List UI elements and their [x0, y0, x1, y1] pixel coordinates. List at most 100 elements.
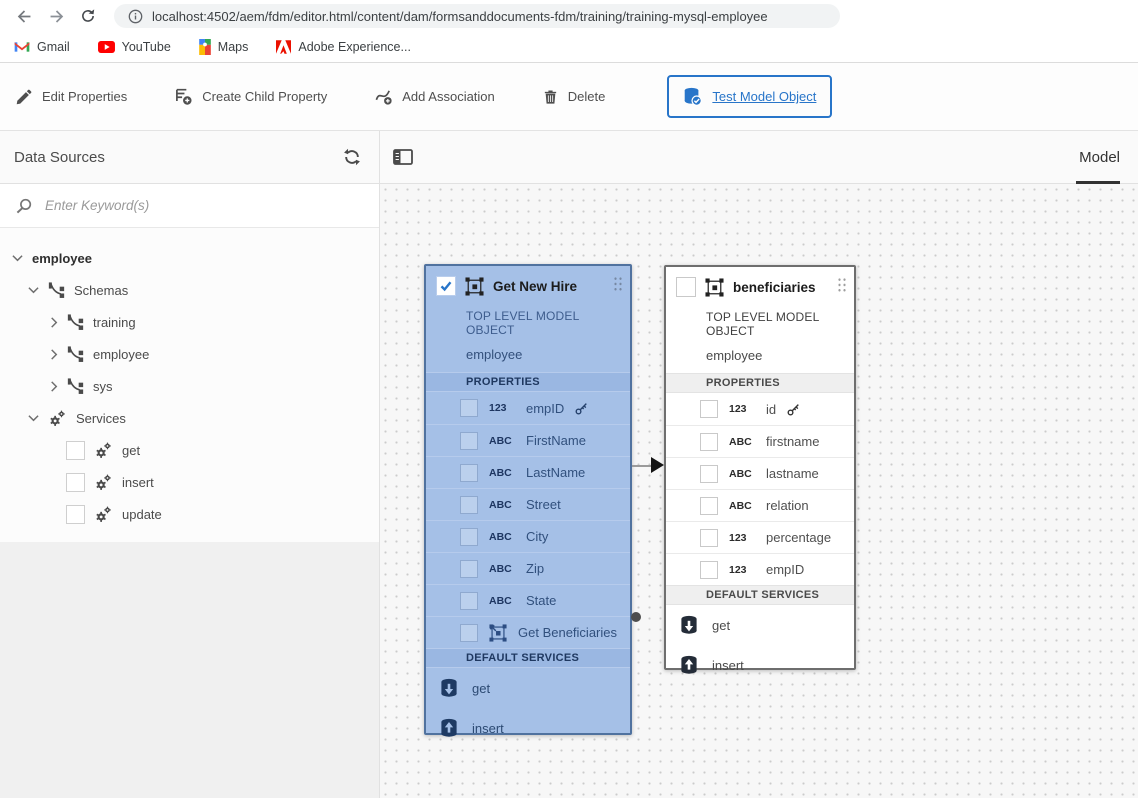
property-row[interactable]: ABC FirstName	[426, 424, 630, 456]
property-checkbox[interactable]	[460, 527, 478, 546]
bookmark-maps[interactable]: Maps	[199, 39, 248, 55]
property-row[interactable]: 123 percentage	[666, 521, 854, 553]
tree-item-employee-schema[interactable]: employee	[0, 338, 379, 370]
property-checkbox[interactable]	[460, 399, 478, 417]
add-association-button[interactable]: Add Association	[375, 88, 495, 105]
property-row[interactable]: ABC City	[426, 520, 630, 552]
refresh-icon[interactable]	[343, 148, 361, 166]
property-checkbox[interactable]	[700, 560, 718, 579]
tree-item-label: insert	[122, 474, 154, 490]
db-get-icon	[439, 678, 459, 698]
schema-icon	[48, 282, 65, 299]
address-bar[interactable]: localhost:4502/aem/fdm/editor.html/conte…	[114, 4, 840, 28]
back-button[interactable]	[8, 2, 40, 30]
service-row: insert	[666, 645, 854, 685]
property-checkbox[interactable]	[460, 591, 478, 610]
card-checkbox[interactable]	[436, 276, 456, 296]
bookmark-adobe-experience[interactable]: Adobe Experience...	[276, 40, 411, 54]
property-row[interactable]: ABC LastName	[426, 456, 630, 488]
card-checkbox[interactable]	[676, 277, 696, 297]
property-row[interactable]: 123 id	[666, 393, 854, 425]
property-checkbox[interactable]	[700, 496, 718, 515]
chevron-down-icon[interactable]	[28, 414, 39, 422]
chevron-right-icon[interactable]	[50, 317, 58, 328]
tree-item-service-get[interactable]: get	[0, 434, 379, 466]
delete-button[interactable]: Delete	[543, 89, 605, 105]
gears-icon	[48, 409, 67, 428]
service-checkbox[interactable]	[66, 472, 85, 492]
property-name: relation	[766, 498, 809, 513]
tree-item-service-update[interactable]: update	[0, 498, 379, 530]
property-type: ABC	[489, 466, 512, 479]
property-checkbox[interactable]	[460, 495, 478, 514]
property-name: percentage	[766, 530, 832, 545]
edit-properties-button[interactable]: Edit Properties	[16, 89, 127, 105]
property-checkbox[interactable]	[460, 431, 478, 450]
property-checkbox[interactable]	[700, 432, 718, 451]
reload-button[interactable]	[72, 2, 104, 30]
service-checkbox[interactable]	[66, 440, 85, 460]
canvas-header: Model	[380, 131, 1138, 184]
model-card-beneficiaries[interactable]: beneficiaries TOP LEVEL MODEL OBJECT emp…	[664, 265, 856, 670]
chevron-right-icon[interactable]	[50, 381, 58, 392]
chevron-down-icon[interactable]	[28, 286, 39, 294]
tab-model[interactable]: Model	[1079, 131, 1120, 183]
property-checkbox[interactable]	[460, 559, 478, 578]
property-name: empID	[526, 400, 565, 416]
property-checkbox[interactable]	[460, 463, 478, 482]
service-name: get	[472, 680, 491, 696]
property-row[interactable]: ABC firstname	[666, 425, 854, 457]
chevron-down-icon[interactable]	[12, 254, 23, 262]
bookmark-youtube[interactable]: YouTube	[98, 40, 171, 54]
property-checkbox[interactable]	[460, 623, 478, 642]
tree-item-services[interactable]: Services	[0, 402, 379, 434]
tree-item-training[interactable]: training	[0, 306, 379, 338]
card-header: beneficiaries	[666, 267, 854, 307]
drag-grip[interactable]	[837, 277, 847, 293]
property-row[interactable]: ABC State	[426, 584, 630, 616]
test-model-object-button[interactable]: Test Model Object	[667, 75, 833, 118]
tree-item-sys[interactable]: sys	[0, 370, 379, 402]
forward-button[interactable]	[40, 2, 72, 30]
property-row[interactable]: Get Beneficiaries	[426, 616, 630, 648]
button-label: Test Model Object	[712, 89, 817, 104]
property-type: ABC	[729, 435, 752, 448]
property-row[interactable]: ABC relation	[666, 489, 854, 521]
browser-window: localhost:4502/aem/fdm/editor.html/conte…	[0, 0, 1138, 799]
property-row[interactable]: ABC lastname	[666, 457, 854, 489]
property-type: ABC	[489, 498, 512, 511]
gears-icon	[94, 441, 113, 460]
drag-grip[interactable]	[613, 276, 623, 292]
tree-item-label: training	[93, 314, 136, 330]
chevron-right-icon[interactable]	[50, 349, 58, 360]
service-checkbox[interactable]	[66, 504, 85, 524]
property-checkbox[interactable]	[700, 464, 718, 483]
property-checkbox[interactable]	[700, 400, 718, 418]
model-canvas[interactable]: Get New Hire TOP LEVEL MODEL OBJECT empl…	[380, 184, 1138, 798]
property-row[interactable]: ABC Street	[426, 488, 630, 520]
tree-item-schemas[interactable]: Schemas	[0, 274, 379, 306]
property-name: State	[526, 593, 557, 608]
panel-toggle-icon[interactable]	[393, 149, 413, 165]
property-type: 123	[489, 402, 507, 414]
association-icon	[375, 88, 392, 105]
search-input[interactable]	[45, 198, 345, 213]
browser-chrome: localhost:4502/aem/fdm/editor.html/conte…	[0, 0, 1138, 32]
property-row[interactable]: 123 empID	[666, 553, 854, 585]
tree-item-label: sys	[93, 378, 113, 394]
property-row[interactable]: ABC Zip	[426, 552, 630, 584]
create-child-property-button[interactable]: Create Child Property	[175, 88, 327, 105]
info-icon[interactable]	[128, 9, 143, 24]
panel-header-row: Data Sources Model	[0, 131, 1138, 184]
card-title: Get New Hire	[493, 278, 578, 294]
model-card-get-new-hire[interactable]: Get New Hire TOP LEVEL MODEL OBJECT empl…	[424, 264, 632, 735]
tree-item-label: employee	[32, 250, 92, 266]
trash-icon	[543, 89, 558, 105]
card-source: employee	[706, 348, 763, 363]
bookmark-gmail[interactable]: Gmail	[14, 40, 70, 54]
property-checkbox[interactable]	[700, 528, 718, 547]
tree-item-service-insert[interactable]: insert	[0, 466, 379, 498]
property-row[interactable]: 123 empID	[426, 392, 630, 424]
tree-item-label: Services	[76, 410, 126, 426]
tree-item-employee[interactable]: employee	[0, 242, 379, 274]
